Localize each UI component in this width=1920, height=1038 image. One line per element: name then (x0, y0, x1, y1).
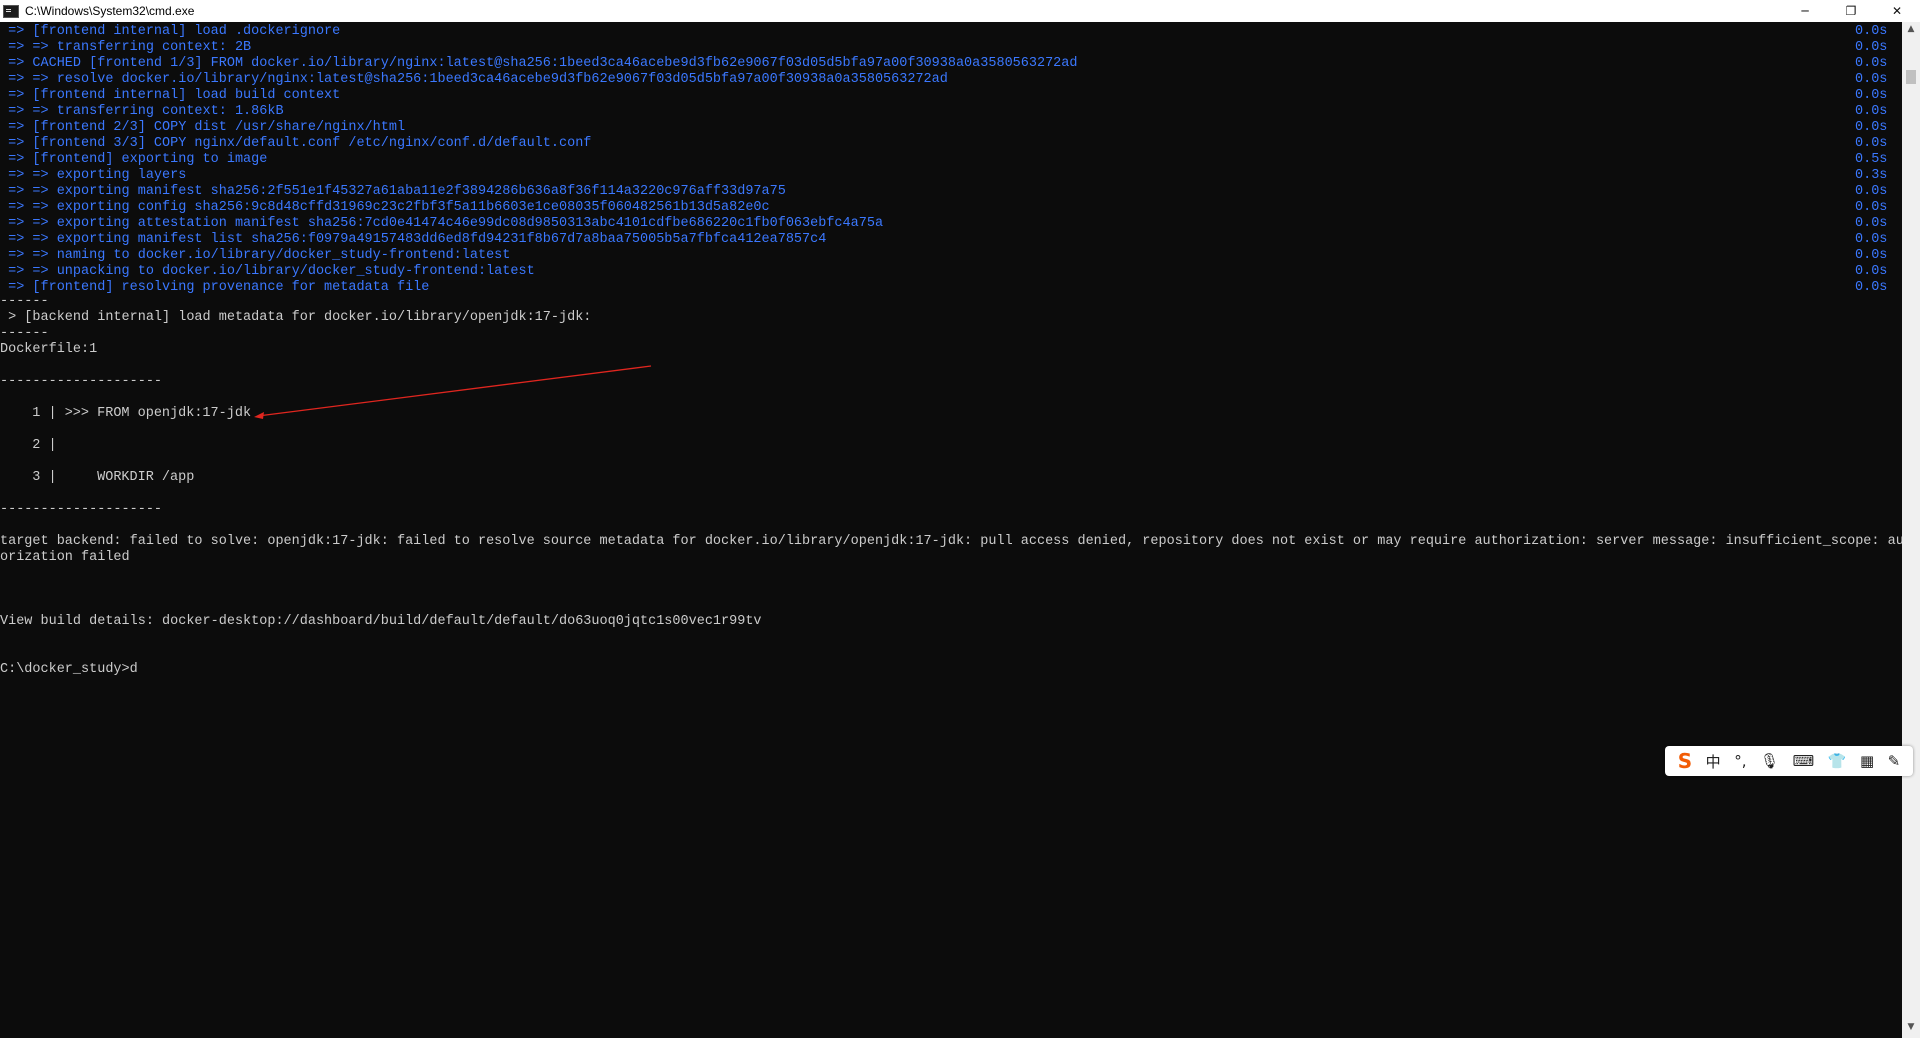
scroll-up-arrow-icon[interactable]: ▲ (1902, 24, 1920, 38)
scroll-down-arrow-icon[interactable]: ▼ (1902, 1022, 1920, 1036)
ime-language-toggle[interactable]: 中 (1706, 751, 1721, 772)
ime-toolbox-icon[interactable]: ▦ (1860, 752, 1874, 770)
ime-toolbar: S 中 °, 🎙 ⌨ 👕 ▦ ✎ (1665, 746, 1913, 776)
ime-punctuation-icon[interactable]: °, (1734, 752, 1746, 770)
ime-logo-icon[interactable]: S (1678, 749, 1692, 773)
ime-microphone-icon[interactable]: 🎙 (1760, 752, 1779, 770)
scrollbar-thumb[interactable] (1906, 70, 1916, 84)
vertical-scrollbar[interactable]: ▲ ▼ (1902, 22, 1920, 1038)
ime-more-icon[interactable]: ✎ (1888, 752, 1901, 770)
ime-skin-icon[interactable]: 👕 (1828, 752, 1847, 770)
ime-keyboard-icon[interactable]: ⌨ (1793, 752, 1815, 770)
annotation-arrow (254, 365, 652, 419)
